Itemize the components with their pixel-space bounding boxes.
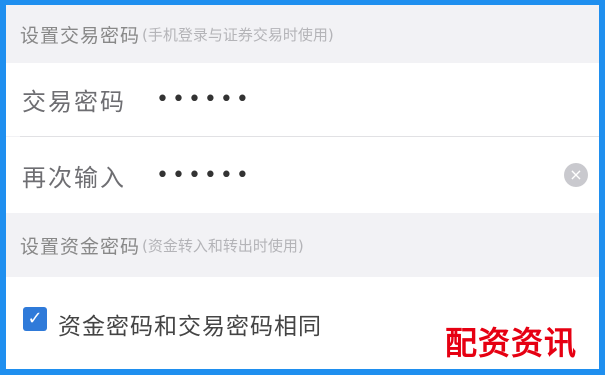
trade-password-label: 交易密码 — [22, 88, 126, 116]
section-title: 设置资金密码 — [20, 235, 141, 258]
section-note: (资金转入和转出时使用) — [142, 236, 304, 255]
confirm-password-label: 再次输入 — [22, 163, 126, 192]
confirm-password-row[interactable]: 再次输入 •••••• × — [6, 137, 599, 213]
trade-password-section-header: 设置交易密码 (手机登录与证券交易时使用) — [6, 5, 599, 63]
section-title: 设置交易密码 — [20, 24, 141, 47]
same-password-label: 资金密码和交易密码相同 — [58, 314, 322, 340]
trade-password-input[interactable]: •••••• — [156, 87, 252, 112]
watermark-text: 配资资讯 — [445, 324, 578, 362]
confirm-password-input[interactable]: •••••• — [156, 163, 252, 188]
password-settings-screen: 设置交易密码 (手机登录与证券交易时使用) 交易密码 •••••• 再次输入 •… — [6, 5, 599, 369]
section-note: (手机登录与证券交易时使用) — [142, 25, 334, 44]
clear-input-icon[interactable]: × — [564, 163, 588, 187]
fund-password-section-header: 设置资金密码 (资金转入和转出时使用) — [6, 213, 599, 277]
trade-password-row[interactable]: 交易密码 •••••• — [6, 63, 599, 136]
same-password-checkbox[interactable]: ✓ — [23, 307, 47, 331]
